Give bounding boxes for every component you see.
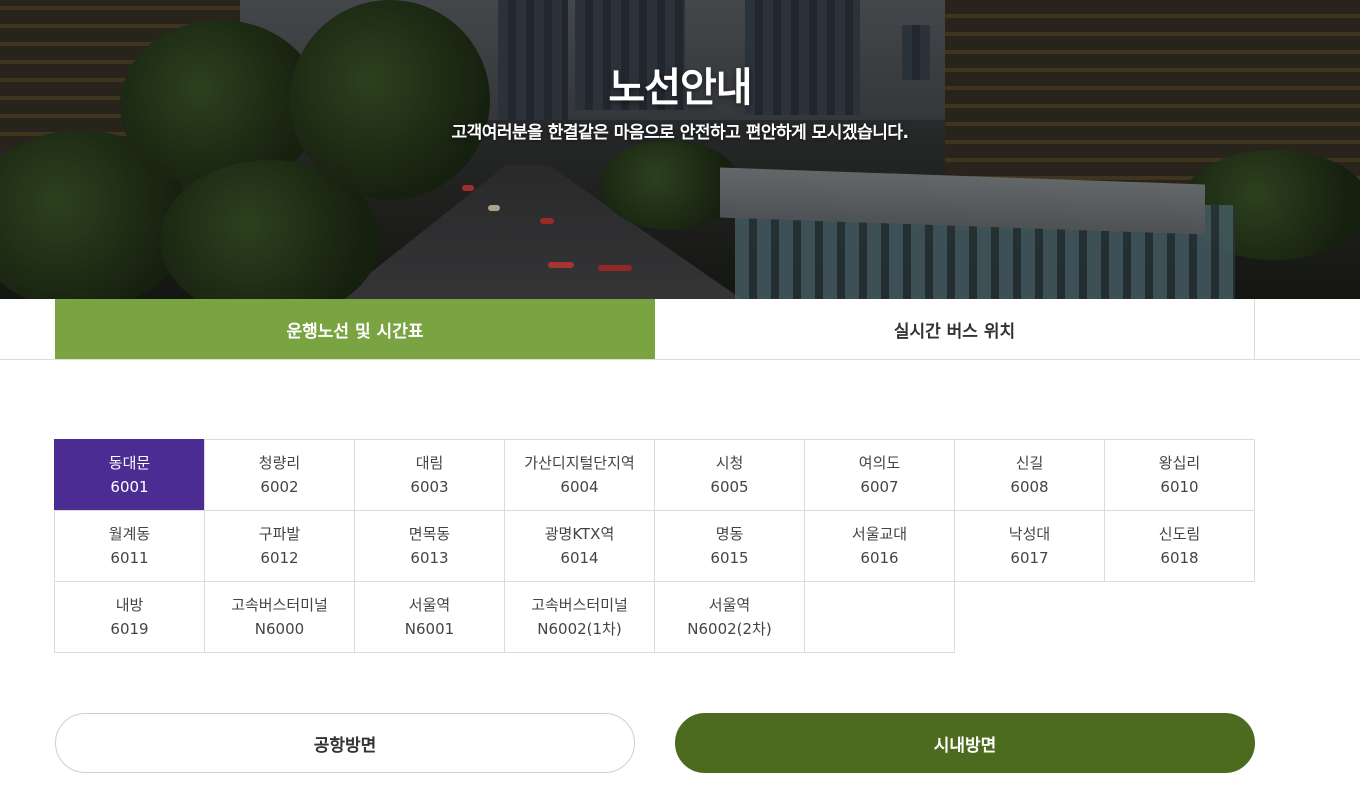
route-name: 광명KTX역 [544,525,615,543]
hero-overlay [0,0,1360,299]
route-cell[interactable]: 시청 6005 [654,439,805,511]
route-name: 여의도 [858,454,901,472]
route-name: 동대문 [108,454,151,472]
route-number: 6005 [710,478,749,496]
route-name: 명동 [715,525,744,543]
route-cell-empty [804,581,955,653]
route-name: 신길 [1015,454,1044,472]
route-number: 6013 [410,549,449,567]
route-number: 6004 [560,478,599,496]
route-name: 내방 [115,596,144,614]
route-cell[interactable]: 서울교대 6016 [804,510,955,582]
tab-routes-timetable[interactable]: 운행노선 및 시간표 [55,299,655,359]
tab-realtime-bus-location[interactable]: 실시간 버스 위치 [655,299,1255,359]
tab-bar: 운행노선 및 시간표 실시간 버스 위치 [0,299,1360,360]
route-name: 청량리 [258,454,301,472]
route-cell[interactable]: 청량리 6002 [204,439,355,511]
airport-direction-button[interactable]: 공항방면 [55,713,635,773]
route-name: 서울역 [708,596,751,614]
route-name: 가산디지털단지역 [524,454,635,472]
hero-banner: 노선안내 고객여러분을 한결같은 마음으로 안전하고 편안하게 모시겠습니다. [0,0,1360,299]
route-number: 6019 [110,620,149,638]
route-name: 신도림 [1158,525,1201,543]
route-name: 시청 [715,454,744,472]
route-name: 대림 [415,454,444,472]
route-cell[interactable]: 대림 6003 [354,439,505,511]
route-cell[interactable]: 고속버스터미널 N6002(1차) [504,581,655,653]
route-cell[interactable]: 서울역 N6001 [354,581,505,653]
route-number: 6007 [860,478,899,496]
route-cell[interactable]: 서울역 N6002(2차) [654,581,805,653]
route-number: 6015 [710,549,749,567]
route-number: 6017 [1010,549,1049,567]
route-cell[interactable]: 명동 6015 [654,510,805,582]
route-name: 서울역 [408,596,451,614]
route-cell[interactable]: 낙성대 6017 [954,510,1105,582]
route-number: N6002(2차) [687,620,772,638]
route-number: 6012 [260,549,299,567]
route-cell[interactable]: 구파발 6012 [204,510,355,582]
route-cell[interactable]: 신길 6008 [954,439,1105,511]
route-number: 6018 [1160,549,1199,567]
route-name: 고속버스터미널 [231,596,328,614]
route-cell[interactable]: 면목동 6013 [354,510,505,582]
route-number: N6000 [254,620,305,638]
route-name: 구파발 [258,525,301,543]
route-number: N6001 [404,620,455,638]
route-number: 6001 [110,478,149,496]
route-number: N6002(1차) [537,620,622,638]
route-number: 6014 [560,549,599,567]
route-name: 면목동 [408,525,451,543]
route-cell[interactable]: 내방 6019 [54,581,205,653]
city-direction-button[interactable]: 시내방면 [675,713,1255,773]
route-name: 월계동 [108,525,151,543]
route-number: 6002 [260,478,299,496]
page-title: 노선안내 [608,65,752,111]
route-cell[interactable]: 여의도 6007 [804,439,955,511]
route-number: 6010 [1160,478,1199,496]
route-name: 왕십리 [1158,454,1201,472]
route-name: 서울교대 [851,525,908,543]
route-number: 6011 [110,549,149,567]
route-cell[interactable]: 광명KTX역 6014 [504,510,655,582]
route-number: 6008 [1010,478,1049,496]
route-cell[interactable]: 왕십리 6010 [1104,439,1255,511]
route-name: 고속버스터미널 [531,596,628,614]
route-name: 낙성대 [1008,525,1051,543]
route-cell[interactable]: 월계동 6011 [54,510,205,582]
route-cell[interactable]: 고속버스터미널 N6000 [204,581,355,653]
route-cell[interactable]: 신도림 6018 [1104,510,1255,582]
route-cell[interactable]: 가산디지털단지역 6004 [504,439,655,511]
route-cell[interactable]: 동대문 6001 [54,439,205,511]
route-number: 6003 [410,478,449,496]
route-number: 6016 [860,549,899,567]
page-subtitle: 고객여러분을 한결같은 마음으로 안전하고 편안하게 모시겠습니다. [451,123,909,143]
